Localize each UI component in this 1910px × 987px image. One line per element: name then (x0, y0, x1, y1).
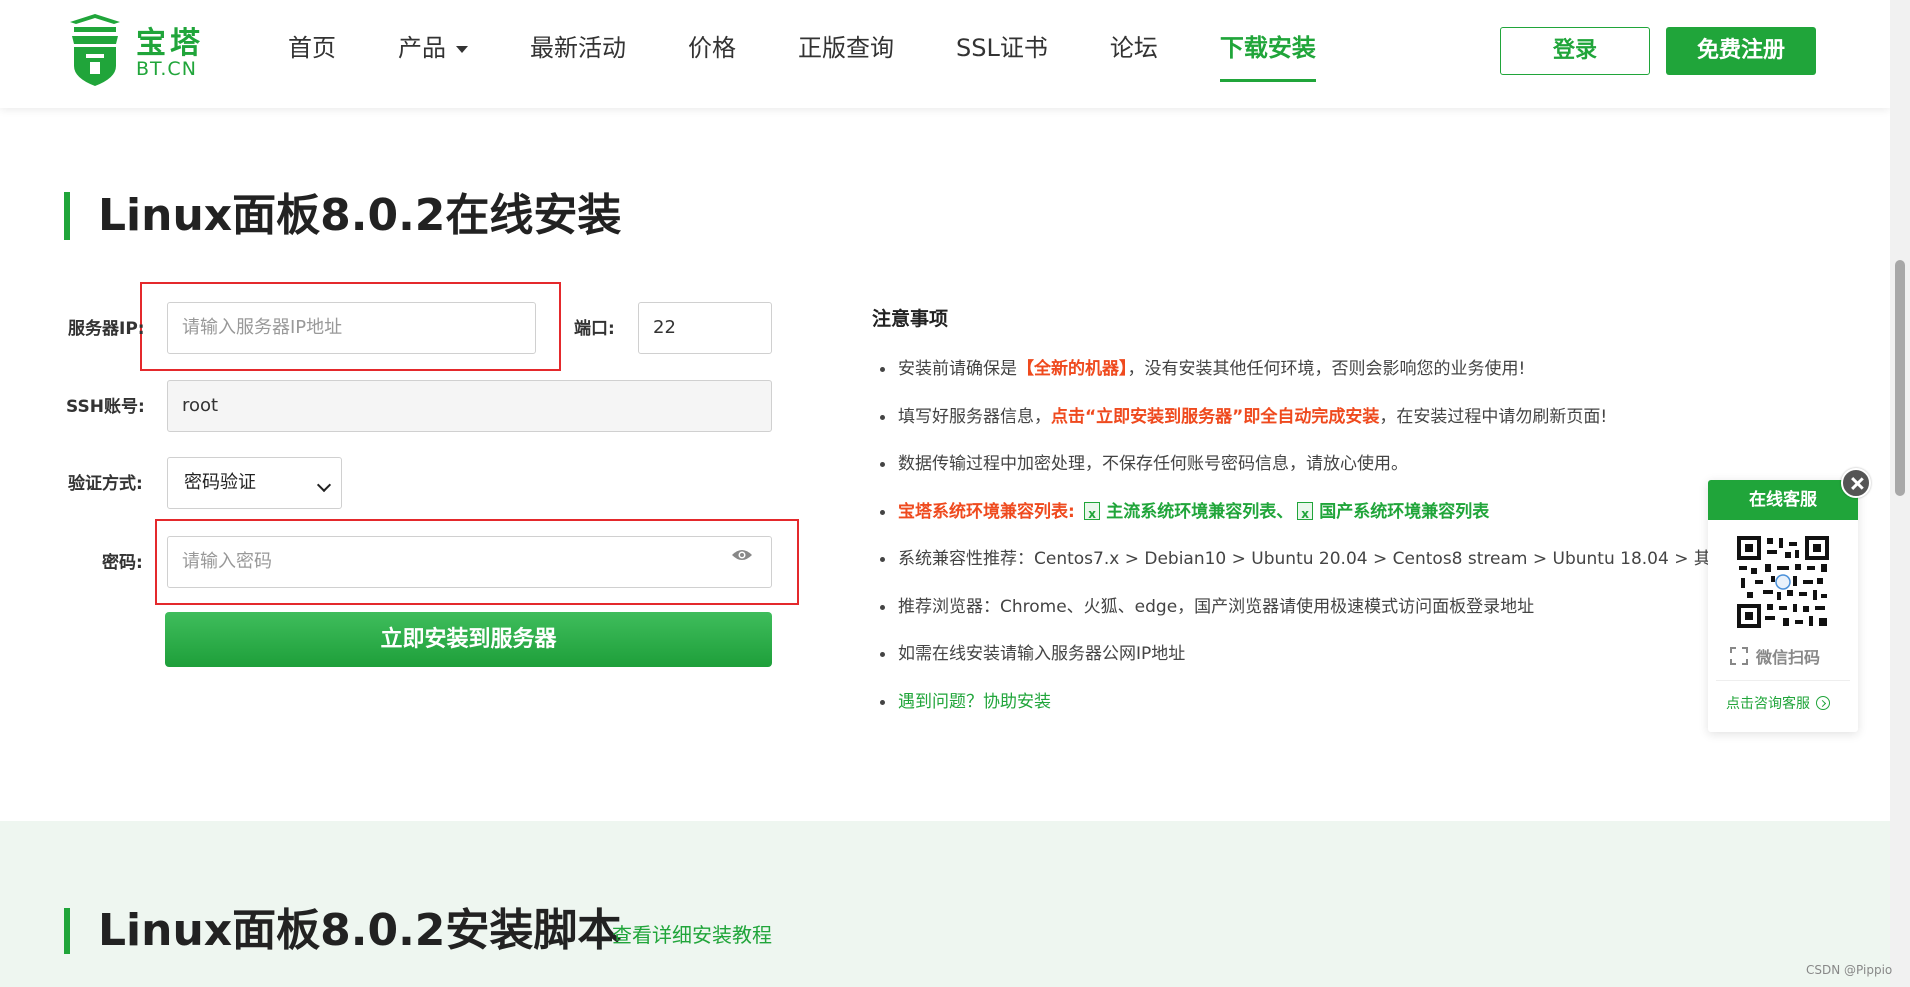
auth-method-label: 验证方式: (68, 474, 143, 494)
chevron-down-icon (316, 477, 332, 493)
note-highlight: 【全新的机器】 (1017, 359, 1128, 379)
list-item: 遇到问题？协助安装 (878, 689, 1718, 737)
main-nav: 首页 产品 最新活动 价格 正版查询 SSL证书 论坛 下载安装 (288, 30, 1378, 82)
auth-method-select[interactable]: 密码验证 (167, 457, 342, 509)
tutorial-link[interactable]: 查看详细安装教程 (612, 919, 772, 948)
logo[interactable]: 宝塔 BT.CN (64, 14, 204, 88)
mainstream-compat-link[interactable]: 主流系统环境兼容列表 (1106, 502, 1276, 522)
nav-pricing[interactable]: 价格 (688, 30, 736, 82)
logo-text-en: BT.CN (136, 58, 197, 80)
nav-license-check[interactable]: 正版查询 (798, 30, 894, 82)
caret-down-icon (456, 45, 468, 53)
server-ip-label: 服务器IP: (68, 319, 145, 339)
logo-text-cn: 宝塔 (136, 26, 204, 61)
ssh-account-input[interactable]: root (167, 380, 772, 432)
port-input[interactable]: 22 (638, 302, 772, 354)
nav-products[interactable]: 产品 (398, 30, 468, 82)
note-separator: 、 (1276, 501, 1294, 522)
nav-activities-label: 最新活动 (530, 34, 626, 62)
script-title: Linux面板8.0.2安装脚本 (64, 908, 621, 954)
install-title: Linux面板8.0.2在线安装 (64, 192, 621, 240)
note-text: 系统兼容性推荐：Centos7.x > Debian10 > Ubuntu 20… (898, 549, 1762, 569)
note-highlight: 点击“立即安装到服务器”即全自动完成安装 (1051, 406, 1380, 427)
nav-download-label: 下载安装 (1219, 34, 1316, 62)
consult-service-label: 点击咨询客服 (1726, 696, 1810, 712)
arrow-right-circle-icon (1816, 696, 1830, 710)
excel-icon (1084, 501, 1101, 527)
register-button[interactable]: 免费注册 (1666, 27, 1816, 75)
ssh-label: SSH账号: (66, 397, 145, 417)
cs-divider (1716, 680, 1850, 681)
notes-title: 注意事项 (872, 308, 949, 330)
password-input[interactable]: 请输入密码 (167, 536, 772, 588)
scrollbar-thumb[interactable] (1895, 260, 1905, 496)
port-label: 端口: (574, 319, 615, 339)
scrollbar[interactable] (1890, 0, 1910, 987)
nav-license-check-label: 正版查询 (798, 34, 894, 62)
nav-ssl-label: SSL证书 (956, 34, 1048, 62)
nav-download[interactable]: 下载安装 (1219, 30, 1316, 82)
nav-pricing-label: 价格 (688, 34, 736, 62)
eye-icon[interactable] (731, 548, 753, 562)
assist-install-link[interactable]: 遇到问题？协助安装 (898, 692, 1051, 712)
cs-title: 在线客服 (1708, 480, 1858, 520)
server-ip-input[interactable]: 请输入服务器IP地址 (167, 302, 536, 354)
nav-activities[interactable]: 最新活动 (530, 30, 626, 82)
note-text: 安装前请确保是 (898, 359, 1017, 379)
auth-method-value: 密码验证 (184, 472, 256, 493)
note-text: 推荐浏览器：Chrome、火狐、edge，国产浏览器请使用极速模式访问面板登录地… (898, 596, 1535, 617)
nav-ssl[interactable]: SSL证书 (956, 30, 1048, 82)
nav-home-label: 首页 (288, 34, 336, 62)
wechat-scan-label: 微信扫码 (1756, 648, 1821, 667)
note-highlight: 宝塔系统环境兼容列表: (898, 501, 1075, 522)
nav-forum-label: 论坛 (1109, 34, 1158, 62)
close-icon[interactable] (1841, 468, 1871, 498)
wechat-scan: 微信扫码 (1730, 644, 1820, 668)
note-text: ，没有安装其他任何环境，否则会影响您的业务使用! (1127, 359, 1526, 379)
page: 宝塔 BT.CN 首页 产品 最新活动 价格 正版查询 SSL证书 论坛 下载安… (0, 0, 1910, 987)
customer-service-widget: 在线客服 微信扫码 点击咨询客服 (1708, 480, 1858, 732)
list-item: 推荐浏览器：Chrome、火狐、edge，国产浏览器请使用极速模式访问面板登录地… (878, 594, 1718, 642)
nav-home[interactable]: 首页 (288, 30, 336, 82)
domestic-compat-link[interactable]: 国产系统环境兼容列表 (1319, 502, 1489, 522)
note-text: ，在安装过程中请勿刷新页面! (1379, 406, 1608, 427)
script-section (0, 821, 1890, 987)
install-to-server-button[interactable]: 立即安装到服务器 (165, 612, 772, 667)
list-item: 数据传输过程中加密处理，不保存任何账号密码信息，请放心使用。 (878, 451, 1718, 499)
nav-products-label: 产品 (398, 34, 446, 62)
notes-list: 安装前请确保是【全新的机器】，没有安装其他任何环境，否则会影响您的业务使用! 填… (878, 356, 1762, 737)
nav-forum[interactable]: 论坛 (1110, 30, 1158, 82)
list-item: 如需在线安装请输入服务器公网IP地址 (878, 641, 1718, 689)
note-text: 数据传输过程中加密处理，不保存任何账号密码信息，请放心使用。 (898, 454, 1408, 474)
note-text: 填写好服务器信息， (898, 406, 1051, 427)
site-header: 宝塔 BT.CN 首页 产品 最新活动 价格 正版查询 SSL证书 论坛 下载安… (0, 0, 1890, 108)
list-item: 填写好服务器信息，点击“立即安装到服务器”即全自动完成安装，在安装过程中请勿刷新… (878, 404, 1718, 452)
consult-service-link[interactable]: 点击咨询客服 (1726, 693, 1830, 713)
list-item: 宝塔系统环境兼容列表: 主流系统环境兼容列表、 国产系统环境兼容列表 (878, 499, 1718, 547)
list-item: 系统兼容性推荐：Centos7.x > Debian10 > Ubuntu 20… (878, 546, 1762, 594)
qr-code-icon (1737, 536, 1829, 628)
watermark: CSDN @Pippio (1806, 963, 1893, 977)
pagoda-logo-icon (70, 14, 120, 86)
password-label: 密码: (102, 553, 143, 573)
note-text: 如需在线安装请输入服务器公网IP地址 (898, 644, 1186, 664)
list-item: 安装前请确保是【全新的机器】，没有安装其他任何环境，否则会影响您的业务使用! (878, 356, 1718, 404)
scan-icon (1730, 647, 1748, 665)
login-button[interactable]: 登录 (1500, 27, 1650, 75)
excel-icon (1297, 501, 1314, 527)
